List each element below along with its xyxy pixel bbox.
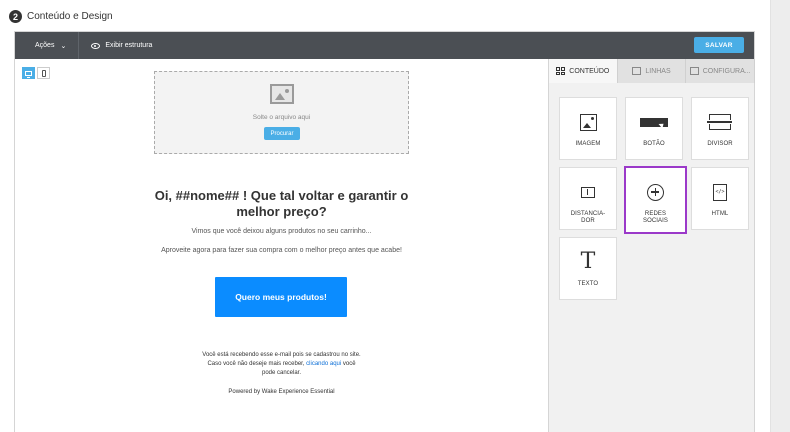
tab-rows-label: LINHAS bbox=[645, 67, 671, 75]
block-spacer-label-line-1: DISTANCIA- bbox=[570, 211, 606, 217]
email-editor-page: 2 Conteúdo e Design Ações ⌄ Exibir estru… bbox=[0, 0, 790, 432]
social-icon bbox=[647, 183, 664, 201]
save-button[interactable]: SALVAR bbox=[694, 37, 744, 53]
text-icon: T bbox=[580, 249, 596, 274]
image-dropzone[interactable]: Solte o arquivo aqui Procurar bbox=[154, 71, 409, 154]
block-button[interactable]: BOTÃO bbox=[625, 97, 683, 160]
step-header: 2 Conteúdo e Design bbox=[9, 10, 113, 23]
block-social-label-line-2: SOCIAIS bbox=[642, 218, 669, 224]
footer-line-2-pre: Caso você não deseje mais receber, bbox=[207, 361, 307, 367]
step-title: Conteúdo e Design bbox=[27, 11, 113, 22]
rows-icon bbox=[632, 67, 642, 75]
block-spacer-label: DISTANCIA- DOR bbox=[571, 211, 606, 225]
page-scroll-gutter bbox=[770, 0, 790, 432]
panel-tabs: CONTEÚDO LINHAS CONFIGURA... bbox=[549, 59, 756, 83]
dropzone-text: Solte o arquivo aqui bbox=[252, 114, 311, 121]
actions-menu[interactable]: Ações ⌄ bbox=[35, 32, 80, 59]
step-number-badge: 2 bbox=[9, 10, 22, 23]
html-icon: </> bbox=[713, 183, 727, 201]
block-image-label: IMAGEM bbox=[575, 141, 601, 147]
footer-line-3: pode cancelar. bbox=[261, 370, 302, 376]
desktop-view-button[interactable] bbox=[22, 67, 35, 79]
image-placeholder-icon bbox=[270, 84, 294, 104]
content-panel: CONTEÚDO LINHAS CONFIGURA... IMAGEM BOTÃ… bbox=[548, 59, 756, 432]
monitor-icon bbox=[25, 70, 32, 78]
email-headline[interactable]: Oi, ##nome## ! Que tal voltar e garantir… bbox=[154, 188, 409, 220]
spacer-icon bbox=[581, 186, 595, 198]
tab-settings-label: CONFIGURA... bbox=[702, 67, 751, 75]
mobile-view-button[interactable] bbox=[37, 67, 50, 79]
grid-icon bbox=[556, 67, 566, 75]
tab-settings[interactable]: CONFIGURA... bbox=[686, 59, 756, 83]
eye-icon bbox=[91, 42, 101, 49]
footer-line-1: Você está recebendo esse e-mail pois se … bbox=[202, 352, 361, 358]
block-text[interactable]: T TEXTO bbox=[559, 237, 617, 300]
image-icon bbox=[579, 113, 597, 131]
show-structure-toggle[interactable]: Exibir estrutura bbox=[91, 42, 152, 49]
block-image[interactable]: IMAGEM bbox=[559, 97, 617, 160]
editor-frame: Ações ⌄ Exibir estrutura SALVAR Solte o … bbox=[14, 31, 756, 432]
block-social-label-line-1: REDES bbox=[644, 211, 667, 217]
block-html[interactable]: </> HTML bbox=[691, 167, 749, 230]
settings-icon bbox=[689, 67, 699, 75]
block-social-label: REDES SOCIAIS bbox=[643, 211, 668, 225]
email-footer-text[interactable]: Você está recebendo esse e-mail pois se … bbox=[175, 351, 388, 378]
button-icon bbox=[640, 117, 668, 127]
email-paragraph-1[interactable]: Vimos que você deixou alguns produtos no… bbox=[135, 228, 428, 235]
block-html-label: HTML bbox=[711, 211, 729, 217]
block-text-label: TEXTO bbox=[577, 281, 599, 287]
block-social[interactable]: REDES SOCIAIS bbox=[624, 166, 687, 234]
email-canvas: Solte o arquivo aqui Procurar Oi, ##nome… bbox=[15, 59, 548, 432]
browse-button[interactable]: Procurar bbox=[264, 127, 300, 140]
footer-line-2: Caso você não deseje mais receber, clica… bbox=[175, 360, 388, 369]
divider-icon bbox=[707, 114, 732, 130]
block-spacer-label-line-2: DOR bbox=[581, 218, 595, 224]
block-divider-label: DIVISOR bbox=[707, 141, 733, 147]
tab-rows[interactable]: LINHAS bbox=[617, 59, 687, 83]
cta-button[interactable]: Quero meus produtos! bbox=[215, 277, 347, 317]
email-paragraph-2[interactable]: Aproveite agora para fazer sua compra co… bbox=[115, 247, 448, 254]
phone-icon bbox=[41, 69, 46, 77]
unsubscribe-link[interactable]: clicando aqui bbox=[306, 361, 341, 367]
block-spacer[interactable]: DISTANCIA- DOR bbox=[559, 167, 617, 230]
powered-by-text: Powered by Wake Experience Essential bbox=[228, 389, 335, 395]
tab-content-label: CONTEÚDO bbox=[569, 67, 610, 75]
chevron-down-icon: ⌄ bbox=[60, 42, 67, 50]
device-toggle bbox=[22, 67, 50, 79]
block-button-label: BOTÃO bbox=[643, 141, 665, 147]
block-divider[interactable]: DIVISOR bbox=[691, 97, 749, 160]
footer-line-2-post: você bbox=[341, 361, 356, 367]
actions-label: Ações bbox=[35, 42, 55, 49]
show-structure-label: Exibir estrutura bbox=[105, 42, 153, 49]
editor-toolbar: Ações ⌄ Exibir estrutura SALVAR bbox=[15, 32, 754, 59]
tab-content[interactable]: CONTEÚDO bbox=[549, 59, 618, 83]
